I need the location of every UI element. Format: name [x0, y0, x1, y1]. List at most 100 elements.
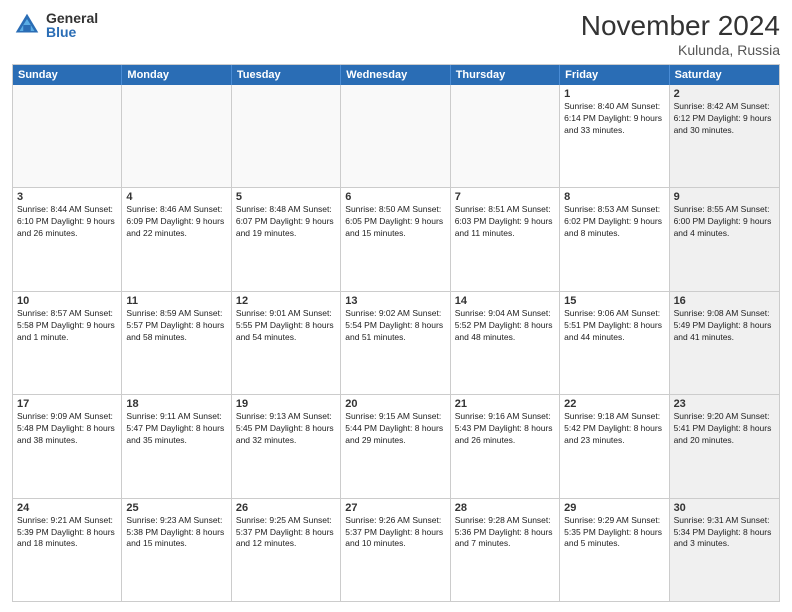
- day-cell: 5Sunrise: 8:48 AM Sunset: 6:07 PM Daylig…: [232, 188, 341, 290]
- day-info: Sunrise: 9:18 AM Sunset: 5:42 PM Dayligh…: [564, 411, 664, 447]
- day-cell: 4Sunrise: 8:46 AM Sunset: 6:09 PM Daylig…: [122, 188, 231, 290]
- header: General Blue November 2024 Kulunda, Russ…: [12, 10, 780, 58]
- day-cell: 25Sunrise: 9:23 AM Sunset: 5:38 PM Dayli…: [122, 499, 231, 601]
- day-info: Sunrise: 8:59 AM Sunset: 5:57 PM Dayligh…: [126, 308, 226, 344]
- day-info: Sunrise: 9:21 AM Sunset: 5:39 PM Dayligh…: [17, 515, 117, 551]
- week-row-3: 10Sunrise: 8:57 AM Sunset: 5:58 PM Dayli…: [13, 292, 779, 395]
- day-number: 4: [126, 191, 226, 203]
- day-number: 9: [674, 191, 775, 203]
- day-cell: 22Sunrise: 9:18 AM Sunset: 5:42 PM Dayli…: [560, 395, 669, 497]
- day-number: 21: [455, 398, 555, 410]
- day-cell: 15Sunrise: 9:06 AM Sunset: 5:51 PM Dayli…: [560, 292, 669, 394]
- location: Kulunda, Russia: [581, 42, 780, 58]
- calendar-body: 1Sunrise: 8:40 AM Sunset: 6:14 PM Daylig…: [13, 85, 779, 601]
- day-info: Sunrise: 9:29 AM Sunset: 5:35 PM Dayligh…: [564, 515, 664, 551]
- day-cell: [451, 85, 560, 187]
- day-cell: 13Sunrise: 9:02 AM Sunset: 5:54 PM Dayli…: [341, 292, 450, 394]
- day-info: Sunrise: 9:16 AM Sunset: 5:43 PM Dayligh…: [455, 411, 555, 447]
- day-cell: 29Sunrise: 9:29 AM Sunset: 5:35 PM Dayli…: [560, 499, 669, 601]
- day-number: 19: [236, 398, 336, 410]
- day-cell: 27Sunrise: 9:26 AM Sunset: 5:37 PM Dayli…: [341, 499, 450, 601]
- day-info: Sunrise: 9:25 AM Sunset: 5:37 PM Dayligh…: [236, 515, 336, 551]
- day-info: Sunrise: 8:40 AM Sunset: 6:14 PM Dayligh…: [564, 101, 664, 137]
- day-cell: 1Sunrise: 8:40 AM Sunset: 6:14 PM Daylig…: [560, 85, 669, 187]
- day-cell: [13, 85, 122, 187]
- day-number: 24: [17, 502, 117, 514]
- day-number: 30: [674, 502, 775, 514]
- day-number: 11: [126, 295, 226, 307]
- day-info: Sunrise: 9:09 AM Sunset: 5:48 PM Dayligh…: [17, 411, 117, 447]
- day-number: 29: [564, 502, 664, 514]
- day-header-monday: Monday: [122, 65, 231, 85]
- day-info: Sunrise: 9:02 AM Sunset: 5:54 PM Dayligh…: [345, 308, 445, 344]
- day-number: 17: [17, 398, 117, 410]
- day-number: 15: [564, 295, 664, 307]
- day-info: Sunrise: 8:57 AM Sunset: 5:58 PM Dayligh…: [17, 308, 117, 344]
- day-number: 13: [345, 295, 445, 307]
- day-cell: [341, 85, 450, 187]
- day-cell: 8Sunrise: 8:53 AM Sunset: 6:02 PM Daylig…: [560, 188, 669, 290]
- day-info: Sunrise: 9:31 AM Sunset: 5:34 PM Dayligh…: [674, 515, 775, 551]
- day-cell: 17Sunrise: 9:09 AM Sunset: 5:48 PM Dayli…: [13, 395, 122, 497]
- day-number: 3: [17, 191, 117, 203]
- week-row-1: 1Sunrise: 8:40 AM Sunset: 6:14 PM Daylig…: [13, 85, 779, 188]
- day-cell: 23Sunrise: 9:20 AM Sunset: 5:41 PM Dayli…: [670, 395, 779, 497]
- day-info: Sunrise: 9:01 AM Sunset: 5:55 PM Dayligh…: [236, 308, 336, 344]
- logo-icon: [12, 10, 42, 40]
- day-cell: 7Sunrise: 8:51 AM Sunset: 6:03 PM Daylig…: [451, 188, 560, 290]
- day-cell: 28Sunrise: 9:28 AM Sunset: 5:36 PM Dayli…: [451, 499, 560, 601]
- day-cell: 24Sunrise: 9:21 AM Sunset: 5:39 PM Dayli…: [13, 499, 122, 601]
- day-info: Sunrise: 9:08 AM Sunset: 5:49 PM Dayligh…: [674, 308, 775, 344]
- day-cell: 3Sunrise: 8:44 AM Sunset: 6:10 PM Daylig…: [13, 188, 122, 290]
- day-info: Sunrise: 9:26 AM Sunset: 5:37 PM Dayligh…: [345, 515, 445, 551]
- day-cell: 11Sunrise: 8:59 AM Sunset: 5:57 PM Dayli…: [122, 292, 231, 394]
- day-number: 28: [455, 502, 555, 514]
- day-info: Sunrise: 8:51 AM Sunset: 6:03 PM Dayligh…: [455, 204, 555, 240]
- day-cell: 9Sunrise: 8:55 AM Sunset: 6:00 PM Daylig…: [670, 188, 779, 290]
- day-number: 26: [236, 502, 336, 514]
- day-info: Sunrise: 8:48 AM Sunset: 6:07 PM Dayligh…: [236, 204, 336, 240]
- day-cell: 14Sunrise: 9:04 AM Sunset: 5:52 PM Dayli…: [451, 292, 560, 394]
- day-info: Sunrise: 9:15 AM Sunset: 5:44 PM Dayligh…: [345, 411, 445, 447]
- day-info: Sunrise: 8:46 AM Sunset: 6:09 PM Dayligh…: [126, 204, 226, 240]
- day-info: Sunrise: 9:20 AM Sunset: 5:41 PM Dayligh…: [674, 411, 775, 447]
- day-cell: 6Sunrise: 8:50 AM Sunset: 6:05 PM Daylig…: [341, 188, 450, 290]
- day-header-tuesday: Tuesday: [232, 65, 341, 85]
- logo-text: General Blue: [46, 11, 98, 39]
- calendar: SundayMondayTuesdayWednesdayThursdayFrid…: [12, 64, 780, 602]
- calendar-header: SundayMondayTuesdayWednesdayThursdayFrid…: [13, 65, 779, 85]
- day-number: 2: [674, 88, 775, 100]
- day-number: 22: [564, 398, 664, 410]
- day-cell: 21Sunrise: 9:16 AM Sunset: 5:43 PM Dayli…: [451, 395, 560, 497]
- title-block: November 2024 Kulunda, Russia: [581, 10, 780, 58]
- day-header-friday: Friday: [560, 65, 669, 85]
- day-number: 23: [674, 398, 775, 410]
- day-number: 27: [345, 502, 445, 514]
- day-cell: [122, 85, 231, 187]
- day-number: 20: [345, 398, 445, 410]
- day-cell: 2Sunrise: 8:42 AM Sunset: 6:12 PM Daylig…: [670, 85, 779, 187]
- day-number: 1: [564, 88, 664, 100]
- day-info: Sunrise: 8:42 AM Sunset: 6:12 PM Dayligh…: [674, 101, 775, 137]
- day-cell: 18Sunrise: 9:11 AM Sunset: 5:47 PM Dayli…: [122, 395, 231, 497]
- day-cell: 16Sunrise: 9:08 AM Sunset: 5:49 PM Dayli…: [670, 292, 779, 394]
- day-header-saturday: Saturday: [670, 65, 779, 85]
- day-info: Sunrise: 9:13 AM Sunset: 5:45 PM Dayligh…: [236, 411, 336, 447]
- day-header-thursday: Thursday: [451, 65, 560, 85]
- day-number: 5: [236, 191, 336, 203]
- logo-blue-text: Blue: [46, 25, 98, 39]
- day-cell: 26Sunrise: 9:25 AM Sunset: 5:37 PM Dayli…: [232, 499, 341, 601]
- day-cell: 19Sunrise: 9:13 AM Sunset: 5:45 PM Dayli…: [232, 395, 341, 497]
- day-cell: 30Sunrise: 9:31 AM Sunset: 5:34 PM Dayli…: [670, 499, 779, 601]
- month-title: November 2024: [581, 10, 780, 42]
- day-number: 7: [455, 191, 555, 203]
- day-number: 12: [236, 295, 336, 307]
- day-cell: 20Sunrise: 9:15 AM Sunset: 5:44 PM Dayli…: [341, 395, 450, 497]
- day-number: 18: [126, 398, 226, 410]
- day-cell: [232, 85, 341, 187]
- day-info: Sunrise: 9:23 AM Sunset: 5:38 PM Dayligh…: [126, 515, 226, 551]
- day-cell: 12Sunrise: 9:01 AM Sunset: 5:55 PM Dayli…: [232, 292, 341, 394]
- logo-general: General: [46, 11, 98, 25]
- day-info: Sunrise: 9:11 AM Sunset: 5:47 PM Dayligh…: [126, 411, 226, 447]
- page: General Blue November 2024 Kulunda, Russ…: [0, 0, 792, 612]
